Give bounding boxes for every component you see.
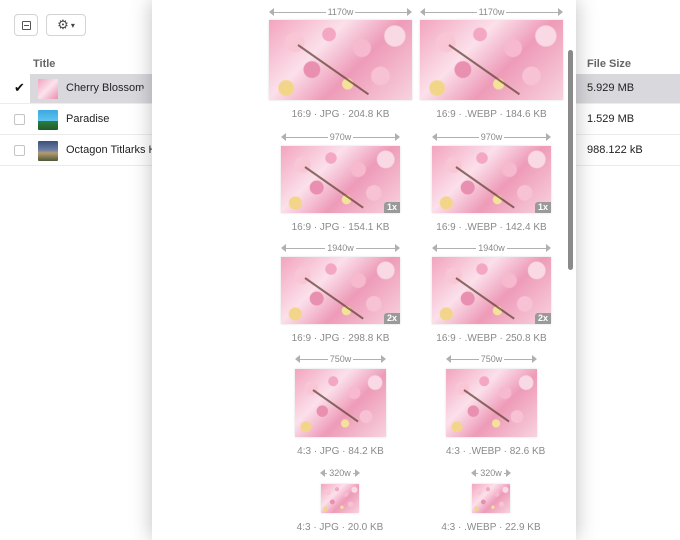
density-badge: 2x bbox=[534, 313, 551, 324]
variant-card[interactable]: 970w 1x 16:9 · JPG · 154.1 KB bbox=[281, 131, 400, 233]
variant-card[interactable]: 970w 1x 16:9 · .WEBP · 142.4 KB bbox=[432, 131, 551, 233]
variant-card[interactable]: 320w 4:3 · JPG · 20.0 KB bbox=[297, 467, 383, 533]
image-variants-panel: 1170w 16:9 · JPG · 204.8 KB 1170w 16:9 ·… bbox=[152, 0, 576, 540]
asset-title: Octagon Titlarks H bbox=[66, 144, 157, 156]
asset-file-size: 1.529 MB bbox=[587, 113, 635, 125]
thumbnail-image bbox=[38, 141, 58, 161]
width-indicator: 1940w bbox=[432, 242, 551, 254]
width-indicator: 1170w bbox=[269, 6, 412, 18]
actions-menu-button[interactable]: ⚙ ▾ bbox=[46, 14, 86, 36]
variant-image: 2x bbox=[432, 257, 551, 324]
width-indicator: 750w bbox=[446, 353, 537, 365]
width-indicator: 750w bbox=[295, 353, 386, 365]
variant-caption: 16:9 · JPG · 298.8 KB bbox=[291, 333, 390, 344]
variant-caption: 4:3 · JPG · 84.2 KB bbox=[297, 446, 384, 457]
asset-file-size: 988.122 kB bbox=[587, 144, 643, 156]
variant-image bbox=[446, 369, 537, 437]
deselect-all-button[interactable] bbox=[14, 14, 38, 36]
width-indicator: 320w bbox=[320, 467, 360, 479]
density-badge: 1x bbox=[383, 202, 400, 213]
variant-caption: 16:9 · .WEBP · 184.6 KB bbox=[436, 109, 547, 120]
variant-card[interactable]: 1170w 16:9 · JPG · 204.8 KB bbox=[269, 6, 412, 120]
variant-card[interactable]: 1940w 2x 16:9 · .WEBP · 250.8 KB bbox=[432, 242, 551, 344]
list-toolbar: ⚙ ▾ bbox=[14, 14, 86, 36]
variant-caption: 4:3 · .WEBP · 22.9 KB bbox=[441, 522, 541, 533]
row-checkbox[interactable] bbox=[14, 114, 25, 125]
variant-caption: 4:3 · .WEBP · 82.6 KB bbox=[446, 446, 546, 457]
width-indicator: 970w bbox=[432, 131, 551, 143]
asset-file-size: 5.929 MB bbox=[587, 82, 635, 94]
variant-card[interactable]: 320w 4:3 · .WEBP · 22.9 KB bbox=[441, 467, 541, 533]
asset-title: Cherry Blossom bbox=[66, 82, 145, 94]
variant-image bbox=[295, 369, 386, 437]
asset-title: Paradise bbox=[66, 113, 110, 125]
density-badge: 1x bbox=[534, 202, 551, 213]
row-checkbox[interactable] bbox=[14, 145, 25, 156]
variant-image: 1x bbox=[432, 146, 551, 213]
variant-card[interactable]: 750w 4:3 · JPG · 84.2 KB bbox=[295, 353, 386, 457]
minus-square-icon bbox=[21, 20, 31, 30]
variant-image bbox=[321, 484, 359, 513]
variant-card[interactable]: 1170w 16:9 · .WEBP · 184.6 KB bbox=[420, 6, 563, 120]
variant-caption: 4:3 · JPG · 20.0 KB bbox=[296, 522, 384, 533]
variant-image bbox=[420, 20, 563, 100]
width-indicator: 1940w bbox=[281, 242, 400, 254]
variant-image bbox=[269, 20, 412, 100]
gear-icon: ⚙ bbox=[57, 17, 69, 32]
variant-image: 1x bbox=[281, 146, 400, 213]
variant-card[interactable]: 750w 4:3 · .WEBP · 82.6 KB bbox=[446, 353, 546, 457]
width-indicator: 970w bbox=[281, 131, 400, 143]
variant-card[interactable]: 1940w 2x 16:9 · JPG · 298.8 KB bbox=[281, 242, 400, 344]
variant-image bbox=[472, 484, 510, 513]
variant-caption: 16:9 · JPG · 204.8 KB bbox=[291, 109, 390, 120]
vertical-scrollbar[interactable] bbox=[566, 0, 574, 540]
width-indicator: 1170w bbox=[420, 6, 563, 18]
variant-caption: 16:9 · .WEBP · 142.4 KB bbox=[436, 222, 547, 233]
variant-image: 2x bbox=[281, 257, 400, 324]
selection-pointer bbox=[142, 80, 152, 100]
density-badge: 2x bbox=[383, 313, 400, 324]
chevron-down-icon: ▾ bbox=[70, 20, 75, 30]
file-size-column-header[interactable]: File Size bbox=[587, 58, 631, 70]
thumbnail-image bbox=[38, 110, 58, 130]
variant-caption: 16:9 · JPG · 154.1 KB bbox=[291, 222, 390, 233]
width-indicator: 320w bbox=[471, 467, 511, 479]
title-column-header[interactable]: Title bbox=[33, 58, 55, 70]
thumbnail-image bbox=[38, 79, 58, 99]
row-checkbox[interactable]: ✔ bbox=[14, 81, 25, 94]
scrollbar-thumb[interactable] bbox=[568, 50, 573, 270]
variant-caption: 16:9 · .WEBP · 250.8 KB bbox=[436, 333, 547, 344]
